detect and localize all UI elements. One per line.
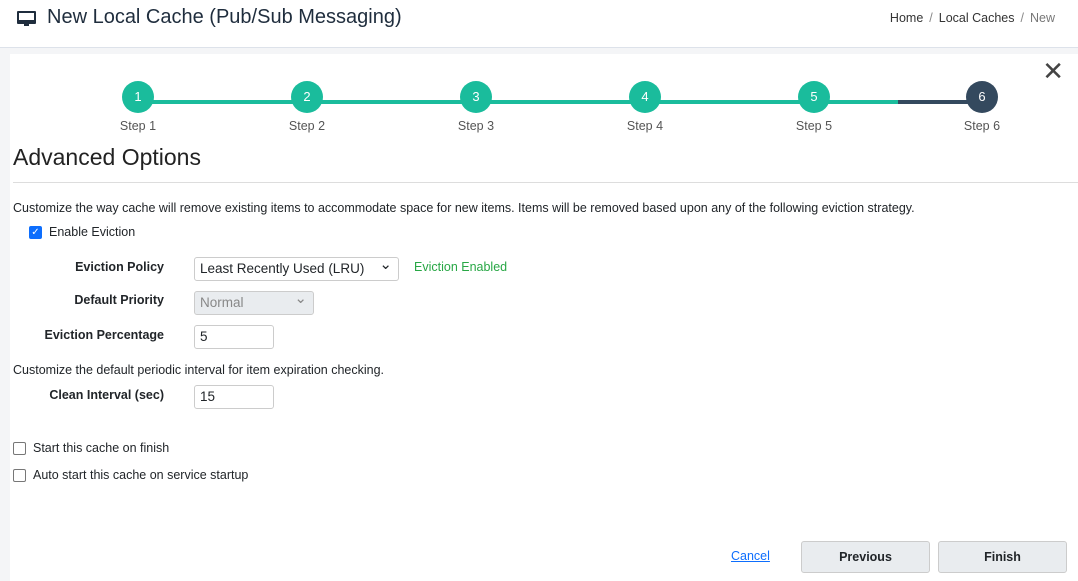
wizard-step-6[interactable]: 6 Step 6 [952, 81, 1012, 133]
checkbox-label: Auto start this cache on service startup [33, 468, 249, 482]
page-title: New Local Cache (Pub/Sub Messaging) [47, 6, 402, 28]
start-on-finish-checkbox[interactable]: Start this cache on finish [13, 441, 169, 455]
eviction-percentage-label: Eviction Percentage [44, 328, 165, 342]
checkbox-label: Enable Eviction [49, 225, 136, 239]
step-number: 6 [966, 81, 998, 113]
divider [13, 182, 1078, 183]
wizard-card: ✕ 1 Step 1 2 Step 2 3 Step 3 4 Step 4 5 Step 5 6 St… [10, 54, 1078, 581]
cancel-link[interactable]: Cancel [731, 549, 770, 563]
wizard-step-4[interactable]: 4 Step 4 [615, 81, 675, 133]
wizard-step-2[interactable]: 2 Step 2 [277, 81, 337, 133]
clean-interval-label: Clean Interval (sec) [49, 388, 164, 402]
breadcrumb-local-caches[interactable]: Local Caches [939, 11, 1015, 25]
checkbox-label: Start this cache on finish [33, 441, 170, 455]
select-value: Normal [200, 295, 244, 310]
checkbox-unchecked-icon [13, 441, 26, 455]
breadcrumb-current: New [1029, 11, 1055, 25]
wizard-step-1[interactable]: 1 Step 1 [108, 81, 168, 133]
checkbox-unchecked-icon [13, 468, 26, 482]
select-value: Least Recently Used (LRU) [200, 261, 365, 276]
eviction-status: Eviction Enabled [414, 260, 508, 274]
monitor-icon [17, 11, 36, 26]
eviction-description: Customize the way cache will remove exis… [13, 201, 915, 215]
step-label: Step 3 [457, 119, 495, 133]
wizard-step-5[interactable]: 5 Step 5 [784, 81, 844, 133]
default-priority-select[interactable]: Normal [194, 289, 314, 315]
step-number: 3 [460, 81, 492, 113]
eviction-percentage-input[interactable]: 5 [194, 325, 274, 349]
wizard-step-3[interactable]: 3 Step 3 [446, 81, 506, 133]
breadcrumb-separator: / [1020, 11, 1024, 25]
breadcrumb-home[interactable]: Home [890, 11, 923, 25]
page-header: New Local Cache (Pub/Sub Messaging) Home… [0, 0, 1078, 48]
step-number: 4 [629, 81, 661, 113]
checkbox-checked-icon: ✓ [29, 225, 42, 239]
breadcrumb-separator: / [929, 11, 933, 25]
eviction-policy-select[interactable]: Least Recently Used (LRU) [194, 255, 399, 281]
clean-interval-input[interactable]: 15 [194, 385, 274, 409]
eviction-policy-label: Eviction Policy [75, 260, 164, 274]
step-number: 2 [291, 81, 323, 113]
step-label: Step 4 [626, 119, 664, 133]
finish-button[interactable]: Finish [938, 541, 1067, 573]
step-number: 5 [798, 81, 830, 113]
enable-eviction-checkbox[interactable]: ✓ Enable Eviction [29, 225, 135, 239]
step-label: Step 2 [288, 119, 326, 133]
step-label: Step 5 [795, 119, 833, 133]
auto-start-checkbox[interactable]: Auto start this cache on service startup [13, 468, 248, 482]
previous-button[interactable]: Previous [801, 541, 930, 573]
clean-description: Customize the default periodic interval … [13, 363, 385, 377]
default-priority-label: Default Priority [74, 293, 164, 307]
step-label: Step 6 [963, 119, 1001, 133]
step-number: 1 [122, 81, 154, 113]
breadcrumb: Home / Local Caches / New [890, 11, 1055, 25]
close-icon[interactable]: ✕ [1042, 56, 1064, 87]
step-label: Step 1 [119, 119, 157, 133]
section-title: Advanced Options [13, 144, 201, 170]
